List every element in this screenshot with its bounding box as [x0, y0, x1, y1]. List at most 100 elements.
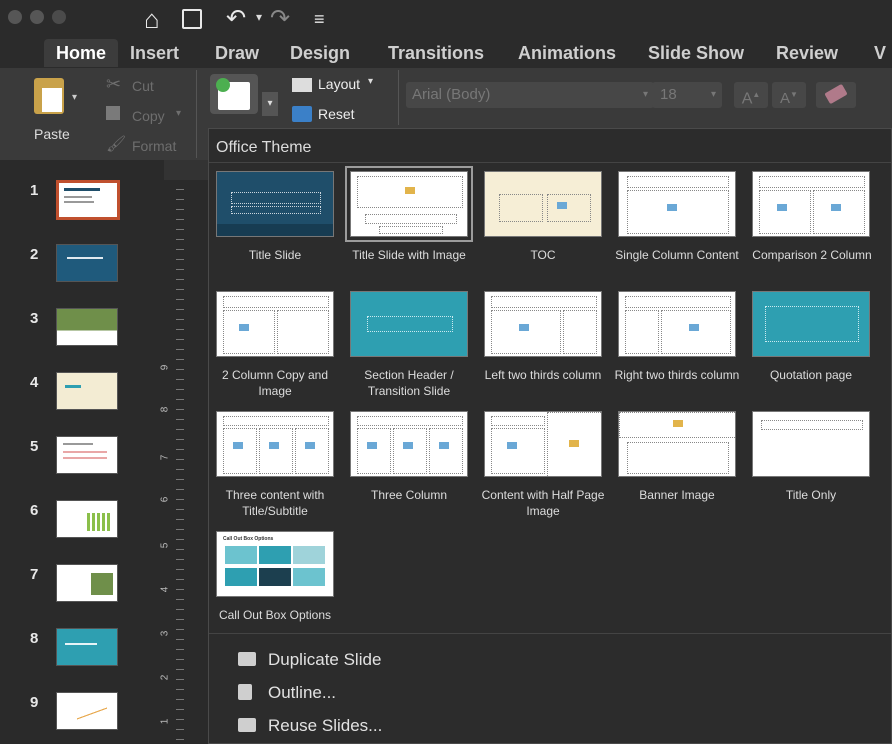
outline-icon	[238, 684, 252, 700]
tab-transitions[interactable]: Transitions	[388, 42, 484, 64]
slide-thumbnail-6[interactable]	[56, 500, 118, 538]
layout-label: Quotation page	[769, 368, 853, 382]
layout-title-slide-with-image[interactable]	[345, 166, 473, 242]
ruler-number: 1	[159, 718, 171, 725]
redo-icon[interactable]: ↷	[270, 4, 290, 34]
outline-command[interactable]: Outline...	[268, 683, 336, 703]
customize-icon[interactable]: ≡	[314, 4, 325, 34]
slide-number: 4	[30, 374, 39, 391]
cut-button[interactable]: Cut	[132, 78, 154, 94]
font-name-field[interactable]: Arial (Body) ▾	[406, 82, 654, 108]
paste-icon[interactable]	[34, 78, 64, 114]
minimize-window-button[interactable]	[30, 10, 44, 24]
layout-icon	[292, 78, 312, 92]
layout-toc[interactable]	[484, 171, 602, 237]
layout-title-only[interactable]	[752, 411, 870, 477]
zoom-window-button[interactable]	[52, 10, 66, 24]
copy-dropdown-icon[interactable]: ▾	[176, 108, 181, 119]
gallery-heading: Office Theme	[216, 139, 312, 156]
ruler-number: 3	[159, 630, 171, 637]
save-icon[interactable]	[182, 9, 202, 29]
slide-number: 5	[30, 438, 39, 455]
undo-icon[interactable]: ↶	[226, 4, 246, 34]
font-name-value: Arial (Body)	[412, 86, 491, 103]
layout-content-with-half-page-image[interactable]	[484, 411, 602, 477]
ruler-corner	[164, 160, 208, 180]
font-name-dropdown-icon[interactable]: ▾	[643, 82, 648, 108]
reuse-slides-icon	[238, 718, 256, 732]
layout-right-two-thirds-column[interactable]	[618, 291, 736, 357]
layout-label: Three content with Title/Subtitle	[225, 488, 325, 518]
tab-draw[interactable]: Draw	[215, 42, 259, 64]
vertical-ruler	[164, 180, 208, 744]
slide-thumbnail-8[interactable]	[56, 628, 118, 666]
tab-design[interactable]: Design	[290, 42, 350, 64]
slide-thumbnail-7[interactable]	[56, 564, 118, 602]
new-slide-button[interactable]	[210, 74, 258, 114]
layout-label: Right two thirds column	[614, 368, 740, 382]
font-size-field[interactable]: 18 ▾	[652, 82, 722, 108]
layout-label: TOC	[530, 248, 556, 262]
ruler-ticks	[176, 180, 184, 744]
reuse-slides-command[interactable]: Reuse Slides...	[268, 716, 382, 736]
reset-button[interactable]: Reset	[318, 106, 355, 122]
ruler-number: 7	[159, 454, 171, 461]
tab-review[interactable]: Review	[776, 42, 838, 64]
layout-2-column-copy-and-image[interactable]	[216, 291, 334, 357]
layout-quotation-page[interactable]	[752, 291, 870, 357]
clear-formatting-button[interactable]	[816, 82, 856, 108]
layout-button[interactable]: Layout	[318, 76, 360, 92]
scissors-icon: ✂	[106, 74, 122, 94]
layout-three-content-with-title[interactable]	[216, 411, 334, 477]
divider	[209, 162, 891, 163]
layout-left-two-thirds-column[interactable]	[484, 291, 602, 357]
slide-number: 8	[30, 630, 39, 647]
paste-button[interactable]: Paste	[34, 126, 70, 142]
layout-label: Title Slide	[248, 248, 302, 262]
tab-animations[interactable]: Animations	[518, 42, 616, 64]
slide-thumbnail-4[interactable]	[56, 372, 118, 410]
layout-title-slide[interactable]	[216, 171, 334, 237]
decrease-font-size-button[interactable]: A▼	[772, 82, 806, 108]
slide-thumbnail-5[interactable]	[56, 436, 118, 474]
close-window-button[interactable]	[8, 10, 22, 24]
new-slide-dropdown-icon[interactable]: ▾	[262, 92, 278, 116]
undo-dropdown-icon[interactable]: ▾	[256, 10, 262, 24]
layout-label: Content with Half Page Image	[481, 488, 605, 518]
slide-number: 3	[30, 310, 39, 327]
layout-label: Title Only	[785, 488, 837, 502]
ruler-number: 9	[159, 364, 171, 371]
slide-thumbnail-3[interactable]	[56, 308, 118, 346]
copy-button[interactable]: Copy	[132, 108, 165, 124]
duplicate-slide-command[interactable]: Duplicate Slide	[268, 650, 381, 670]
layout-section-header[interactable]	[350, 291, 468, 357]
layout-single-column-content[interactable]	[618, 171, 736, 237]
home-icon[interactable]: ⌂	[144, 4, 160, 34]
layout-label: Section Header / Transition Slide	[364, 368, 454, 398]
layout-dropdown-icon[interactable]: ▾	[368, 76, 373, 87]
slide-thumbnail-1[interactable]	[56, 180, 120, 220]
tab-home[interactable]: Home	[44, 39, 119, 67]
format-painter-button[interactable]: Format	[132, 138, 176, 154]
font-size-dropdown-icon[interactable]: ▾	[711, 82, 716, 108]
slide-number: 1	[30, 182, 39, 199]
tab-slide-show[interactable]: Slide Show	[648, 42, 744, 64]
layout-call-out-box-options[interactable]: Call Out Box Options	[216, 531, 334, 597]
layout-label: Title Slide with Image	[352, 248, 466, 262]
increase-font-size-button[interactable]: A▲	[734, 82, 768, 108]
paste-dropdown-icon[interactable]: ▾	[72, 92, 77, 103]
layout-label: Call Out Box Options	[218, 608, 332, 622]
slide-thumbnail-9[interactable]	[56, 692, 118, 730]
layout-comparison-2-column[interactable]	[752, 171, 870, 237]
tab-insert[interactable]: Insert	[130, 42, 179, 64]
slide-number: 7	[30, 566, 39, 583]
slide-thumbnail-2[interactable]	[56, 244, 118, 282]
tab-view[interactable]: V	[874, 42, 886, 64]
layout-label: 2 Column Copy and Image	[221, 368, 329, 398]
title-bar	[0, 0, 892, 38]
divider	[398, 70, 399, 125]
layout-label: Three Column	[370, 488, 448, 502]
layout-banner-image[interactable]	[618, 411, 736, 477]
layout-label: Single Column Content	[615, 248, 739, 262]
layout-three-column[interactable]	[350, 411, 468, 477]
